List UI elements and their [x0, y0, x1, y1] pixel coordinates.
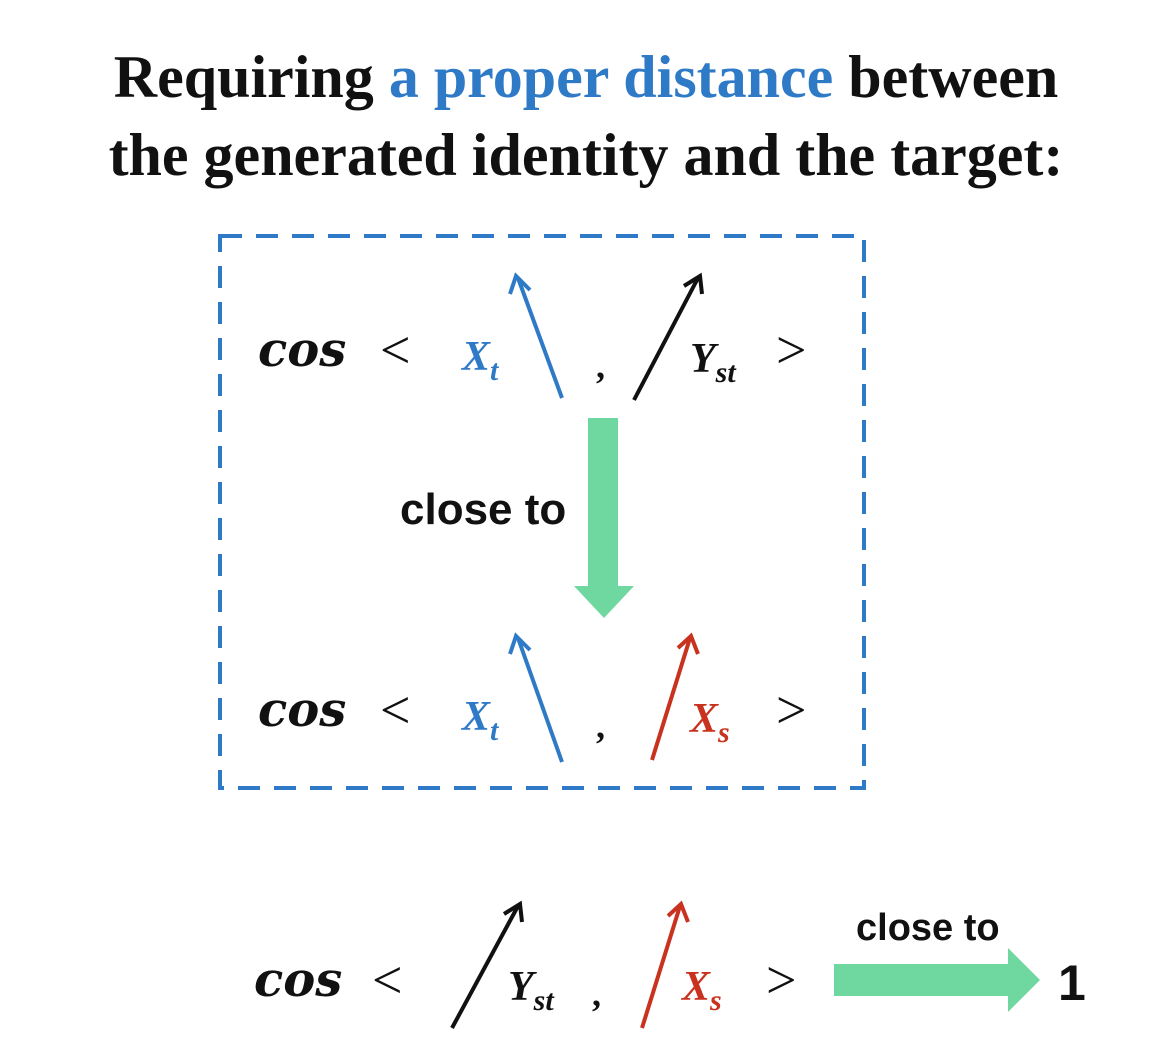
- close-to-vertical-arrow: close to: [400, 418, 634, 618]
- cos-label: cos: [254, 952, 342, 1008]
- diagram: cos < Xt , Yst > close to cos < Xt , Xs …: [218, 234, 1086, 1029]
- vector-x-t-label: Xt: [460, 694, 500, 747]
- green-arrow-shaft: [834, 964, 1008, 996]
- red-vector-arrow: [640, 905, 682, 1029]
- vector-y-st-label: Yst: [690, 336, 737, 389]
- comma: ,: [596, 346, 605, 386]
- slide: Requiring a proper distance between the …: [0, 0, 1172, 1058]
- vector-x-s-label: Xs: [680, 964, 722, 1017]
- comma: ,: [592, 974, 601, 1014]
- close-to-horizontal-arrow: close to 1: [834, 907, 1086, 1012]
- cos-label: cos: [258, 682, 346, 738]
- close-to-label: close to: [400, 485, 566, 534]
- vector-x-t-label: Xt: [460, 334, 500, 387]
- green-arrow-shaft: [588, 418, 618, 586]
- open-bracket: <: [380, 680, 410, 740]
- expression-row-2: cos < Xt , Xs >: [258, 632, 806, 763]
- blue-vector-arrow: [516, 277, 564, 399]
- expression-row-3: cos < Yst , Xs >: [254, 900, 796, 1029]
- close-bracket: >: [766, 950, 796, 1010]
- green-arrowhead-icon: [1008, 948, 1040, 1012]
- expression-row-1: cos < Xt , Yst >: [258, 272, 806, 401]
- open-bracket: <: [380, 320, 410, 380]
- result-value: 1: [1058, 955, 1086, 1011]
- open-bracket: <: [372, 950, 402, 1010]
- green-arrowhead-icon: [574, 586, 634, 618]
- blue-vector-arrow: [516, 637, 564, 763]
- comma: ,: [596, 706, 605, 746]
- cos-label: cos: [258, 322, 346, 378]
- close-bracket: >: [776, 680, 806, 740]
- black-vector-arrow: [632, 277, 700, 401]
- close-bracket: >: [776, 320, 806, 380]
- vector-y-st-label: Yst: [508, 964, 555, 1017]
- vector-x-s-label: Xs: [688, 696, 730, 749]
- close-to-label: close to: [856, 907, 1000, 949]
- red-vector-arrow: [650, 637, 692, 761]
